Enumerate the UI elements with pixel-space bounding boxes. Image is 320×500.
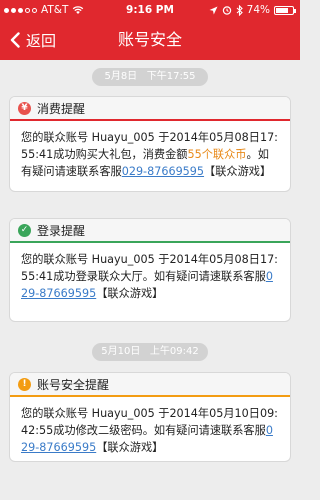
message-card-login: ✓ 登录提醒 您的联众账号 Huayu_005 于2014年05月08日17:5… <box>9 218 291 322</box>
message-signature: 【联众游戏】 <box>204 165 272 178</box>
bluetooth-icon <box>236 4 243 16</box>
yuan-icon: ¥ <box>18 101 31 115</box>
card-title: 登录提醒 <box>37 223 86 238</box>
card-header: ¥ 消费提醒 <box>10 97 290 121</box>
date-separator: 5月8日 下午17:55 <box>92 68 208 86</box>
message-card-purchase: ¥ 消费提醒 您的联众账号 Huayu_005 于2014年05月08日17:5… <box>9 96 291 192</box>
status-right: 74% <box>209 0 296 20</box>
battery-icon <box>274 5 296 15</box>
top-bar: AT&T 9:16 PM 74% 返回 账号安全 <box>0 0 300 60</box>
nav-bar: 返回 账号安全 <box>0 20 300 60</box>
message-text: 您的联众账号 Huayu_005 于2014年05月08日17:55:41成功登… <box>21 253 278 283</box>
battery-fill <box>276 7 288 13</box>
card-body: 您的联众账号 Huayu_005 于2014年05月08日17:55:41成功登… <box>10 243 290 302</box>
card-title: 消费提醒 <box>37 101 86 116</box>
card-title: 账号安全提醒 <box>37 377 110 392</box>
warning-icon: ! <box>18 377 31 391</box>
card-header: ! 账号安全提醒 <box>10 373 290 397</box>
phone-link[interactable]: 029-87669595 <box>122 165 204 178</box>
status-bar: AT&T 9:16 PM 74% <box>0 0 300 20</box>
card-header: ✓ 登录提醒 <box>10 219 290 243</box>
card-body: 您的联众账号 Huayu_005 于2014年05月08日17:55:41成功购… <box>10 121 290 180</box>
message-signature: 【联众游戏】 <box>96 441 164 454</box>
page-title: 账号安全 <box>117 30 182 49</box>
date-separator: 5月10日 上午09:42 <box>92 343 208 361</box>
card-body: 您的联众账号 Huayu_005 于2014年05月10日09:42:55成功修… <box>10 397 290 456</box>
amount-highlight: 55个联众币 <box>187 148 247 161</box>
message-signature: 【联众游戏】 <box>96 287 164 300</box>
battery-percent: 74% <box>246 4 270 16</box>
alarm-clock-icon <box>222 6 231 15</box>
check-icon: ✓ <box>18 223 31 237</box>
message-card-security: ! 账号安全提醒 您的联众账号 Huayu_005 于2014年05月10日09… <box>9 372 291 462</box>
message-text: 您的联众账号 Huayu_005 于2014年05月10日09:42:55成功修… <box>21 407 278 437</box>
location-arrow-icon <box>209 6 218 14</box>
